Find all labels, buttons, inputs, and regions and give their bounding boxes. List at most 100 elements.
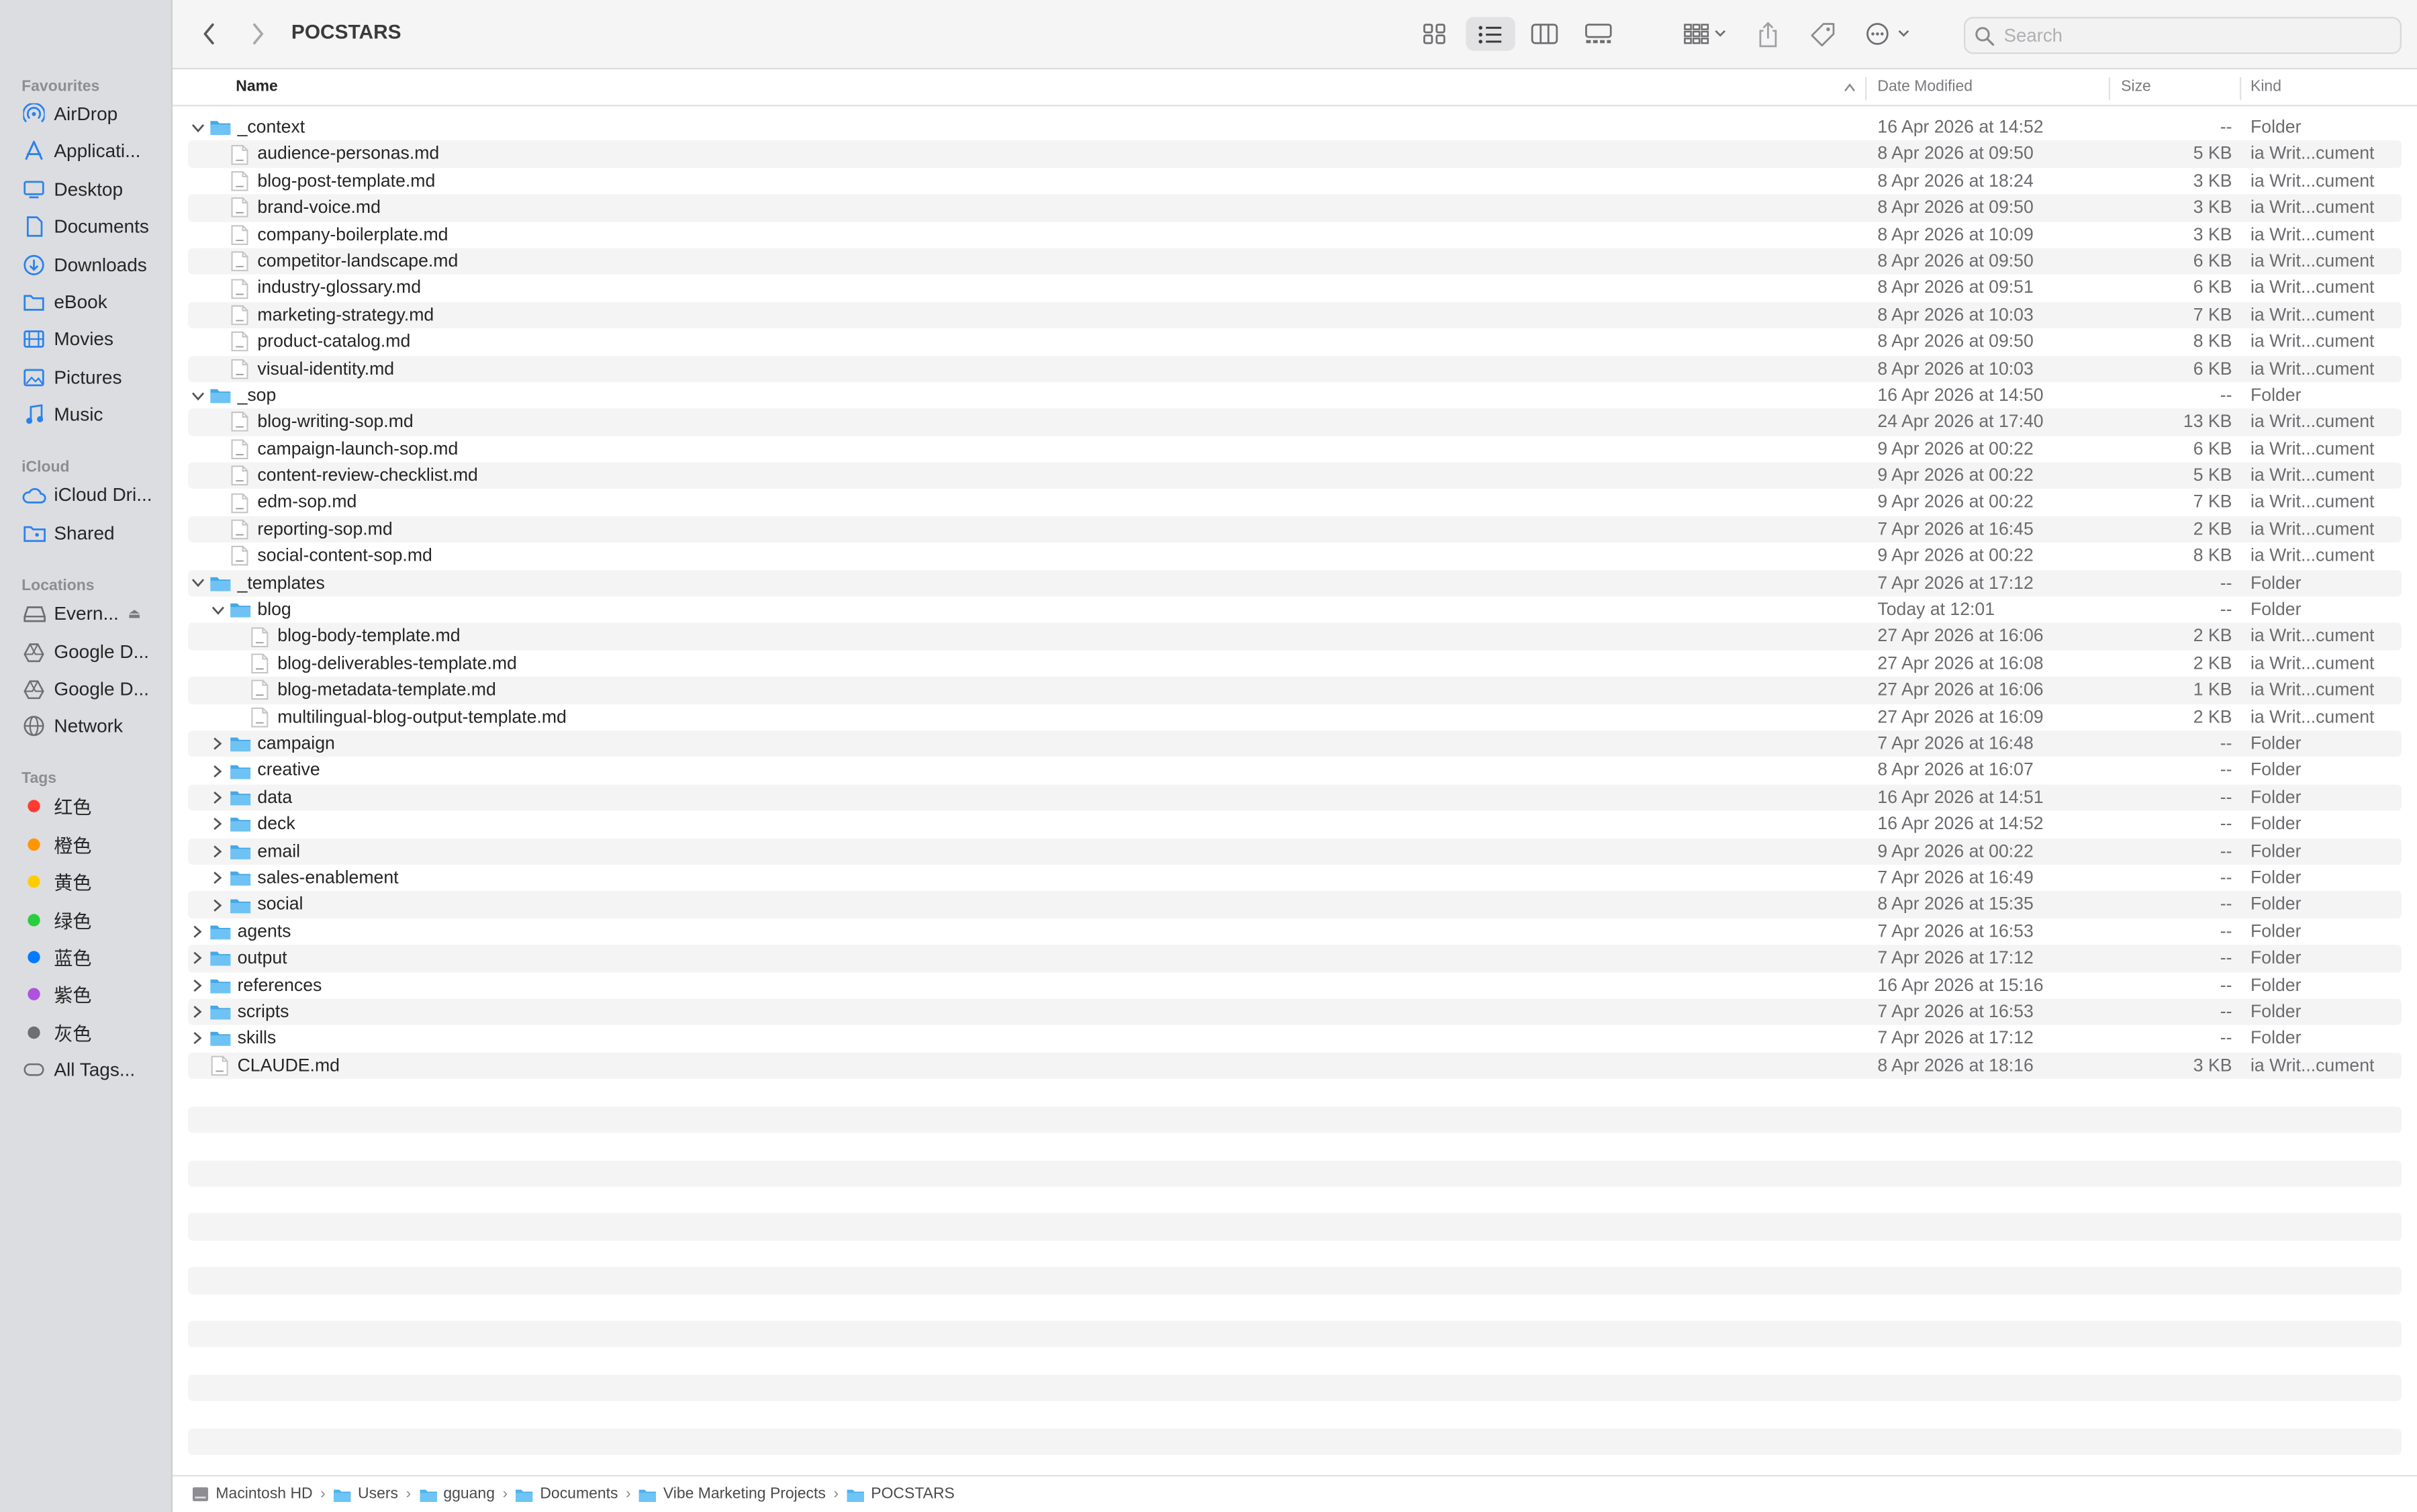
disclosure-collapsed-icon[interactable] [188, 925, 207, 939]
folder-row[interactable]: social 8 Apr 2026 at 15:35 -- Folder [173, 891, 2417, 919]
file-row[interactable]: social-content-sop.md 9 Apr 2026 at 00:22… [173, 543, 2417, 570]
sidebar-item[interactable]: Desktop [0, 173, 171, 207]
file-row[interactable]: brand-voice.md 8 Apr 2026 at 09:50 3 KB ia … [173, 194, 2417, 222]
path-crumb[interactable]: gguang › [419, 1486, 516, 1503]
folder-row[interactable]: email 9 Apr 2026 at 00:22 -- Folder [173, 837, 2417, 865]
folder-row[interactable]: data 16 Apr 2026 at 14:51 -- Folder [173, 784, 2417, 812]
folder-row[interactable]: _context 16 Apr 2026 at 14:52 -- Folder [173, 114, 2417, 141]
icon-view-button[interactable] [1412, 17, 1455, 51]
sidebar-item[interactable]: Network [0, 709, 171, 743]
sidebar-item[interactable]: Applicati... [0, 134, 171, 169]
disclosure-collapsed-icon[interactable] [208, 737, 227, 751]
file-row[interactable]: multilingual-blog-output-template.md 27 A… [173, 704, 2417, 730]
sidebar-item[interactable]: Movies [0, 322, 171, 357]
folder-row[interactable]: scripts 7 Apr 2026 at 16:53 -- Folder [173, 998, 2417, 1027]
disclosure-collapsed-icon[interactable] [188, 951, 207, 965]
column-view-button[interactable] [1523, 17, 1566, 51]
file-row[interactable]: content-review-checklist.md 9 Apr 2026 at… [173, 462, 2417, 490]
search-input[interactable] [2001, 23, 2377, 48]
path-crumb[interactable]: POCSTARS [847, 1486, 955, 1503]
gallery-view-button[interactable] [1577, 17, 1620, 51]
folder-row[interactable]: creative 8 Apr 2026 at 16:07 -- Folder [173, 757, 2417, 784]
sidebar-item[interactable]: 蓝色 [0, 940, 171, 974]
file-row[interactable]: edm-sop.md 9 Apr 2026 at 00:22 7 KB ia Writ… [173, 489, 2417, 516]
folder-row[interactable]: skills 7 Apr 2026 at 17:12 -- Folder [173, 1025, 2417, 1052]
disclosure-collapsed-icon[interactable] [208, 764, 227, 778]
sidebar-item[interactable]: 绿色 [0, 903, 171, 937]
folder-row[interactable]: campaign 7 Apr 2026 at 16:48 -- Folder [173, 730, 2417, 758]
tag-button[interactable] [1805, 17, 1839, 51]
folder-row[interactable]: agents 7 Apr 2026 at 16:53 -- Folder [173, 918, 2417, 945]
list-view-button[interactable] [1466, 17, 1515, 51]
sidebar-item[interactable]: Documents [0, 209, 171, 244]
file-row[interactable]: blog-deliverables-template.md 27 Apr 2026… [173, 650, 2417, 677]
folder-row[interactable]: output 7 Apr 2026 at 17:12 -- Folder [173, 945, 2417, 973]
folder-row[interactable]: _templates 7 Apr 2026 at 17:12 -- Folder [173, 569, 2417, 598]
disclosure-collapsed-icon[interactable] [208, 898, 227, 912]
disclosure-collapsed-icon[interactable] [208, 871, 227, 885]
sidebar-item[interactable]: iCloud Dri... [0, 478, 171, 512]
sidebar-item[interactable]: Downloads [0, 248, 171, 283]
file-row[interactable]: company-boilerplate.md 8 Apr 2026 at 10:0… [173, 222, 2417, 248]
file-row[interactable]: blog-body-template.md 27 Apr 2026 at 16:0… [173, 623, 2417, 651]
sidebar-item[interactable]: 橙色 [0, 828, 171, 862]
sidebar-item[interactable]: Shared [0, 516, 171, 551]
path-crumb[interactable]: Macintosh HD › [191, 1486, 334, 1503]
folder-row[interactable]: references 16 Apr 2026 at 15:16 -- Folder [173, 972, 2417, 998]
disclosure-expanded-icon[interactable] [208, 606, 227, 615]
file-row[interactable]: campaign-launch-sop.md 9 Apr 2026 at 00:2… [173, 436, 2417, 463]
file-row[interactable]: product-catalog.md 8 Apr 2026 at 09:50 8 K… [173, 328, 2417, 355]
sidebar-item[interactable]: 黄色 [0, 865, 171, 899]
path-crumb[interactable]: Vibe Marketing Projects › [638, 1486, 846, 1503]
column-header-name[interactable]: Name [236, 71, 278, 105]
file-row[interactable]: visual-identity.md 8 Apr 2026 at 10:03 6 K… [173, 355, 2417, 383]
action-menu-button[interactable] [1862, 17, 1914, 51]
file-row[interactable]: audience-personas.md 8 Apr 2026 at 09:50 5… [173, 140, 2417, 169]
disclosure-expanded-icon[interactable] [188, 579, 207, 588]
sidebar-item[interactable]: Music [0, 397, 171, 432]
disclosure-collapsed-icon[interactable] [188, 978, 207, 992]
column-separator[interactable] [2108, 77, 2111, 101]
folder-row[interactable]: blog Today at 12:01 -- Folder [173, 596, 2417, 623]
eject-icon[interactable]: ⏏ [128, 605, 142, 622]
file-row[interactable]: competitor-landscape.md 8 Apr 2026 at 09:… [173, 248, 2417, 276]
disclosure-expanded-icon[interactable] [188, 391, 207, 400]
file-row[interactable]: CLAUDE.md 8 Apr 2026 at 18:16 3 KB ia Writ.… [173, 1052, 2417, 1080]
share-button[interactable] [1752, 17, 1783, 51]
sidebar-item[interactable]: All Tags... [0, 1053, 171, 1087]
folder-row[interactable]: deck 16 Apr 2026 at 14:52 -- Folder [173, 811, 2417, 838]
search-field[interactable] [1963, 17, 2402, 54]
path-crumb[interactable]: Users › [333, 1486, 418, 1503]
sidebar-item[interactable]: Google D... [0, 672, 171, 706]
file-row[interactable]: blog-metadata-template.md 27 Apr 2026 at … [173, 677, 2417, 705]
disclosure-expanded-icon[interactable] [188, 123, 207, 132]
sidebar-item[interactable]: Evern... ⏏ [0, 596, 171, 630]
column-header-kind[interactable]: Kind [2250, 71, 2281, 105]
file-row[interactable]: marketing-strategy.md 8 Apr 2026 at 10:03… [173, 301, 2417, 330]
column-header-date[interactable]: Date Modified [1877, 71, 1973, 105]
disclosure-collapsed-icon[interactable] [188, 1032, 207, 1046]
disclosure-collapsed-icon[interactable] [208, 844, 227, 858]
path-crumb[interactable]: Documents › [516, 1486, 638, 1503]
column-separator[interactable] [1865, 77, 1867, 101]
file-row[interactable]: blog-writing-sop.md 24 Apr 2026 at 17:40 1… [173, 409, 2417, 436]
group-button[interactable] [1677, 17, 1733, 51]
forward-button[interactable] [242, 17, 273, 51]
disclosure-collapsed-icon[interactable] [208, 817, 227, 831]
column-header-size[interactable]: Size [2121, 71, 2151, 105]
sidebar-item[interactable]: AirDrop [0, 97, 171, 132]
column-separator[interactable] [2239, 77, 2242, 101]
disclosure-collapsed-icon[interactable] [188, 1005, 207, 1019]
sidebar-item[interactable]: 灰色 [0, 1016, 171, 1050]
sidebar-item[interactable]: 紫色 [0, 977, 171, 1011]
disclosure-collapsed-icon[interactable] [208, 791, 227, 805]
folder-row[interactable]: _sop 16 Apr 2026 at 14:50 -- Folder [173, 382, 2417, 409]
back-button[interactable] [194, 17, 225, 51]
file-row[interactable]: reporting-sop.md 7 Apr 2026 at 16:45 2 KB i… [173, 516, 2417, 544]
folder-row[interactable]: sales-enablement 7 Apr 2026 at 16:49 -- Fol… [173, 865, 2417, 892]
sidebar-item[interactable]: Pictures [0, 361, 171, 395]
sidebar-item[interactable]: 红色 [0, 789, 171, 823]
file-row[interactable]: industry-glossary.md 8 Apr 2026 at 09:51 6… [173, 275, 2417, 301]
file-row[interactable]: blog-post-template.md 8 Apr 2026 at 18:24… [173, 168, 2417, 195]
sidebar-item[interactable]: eBook [0, 285, 171, 320]
